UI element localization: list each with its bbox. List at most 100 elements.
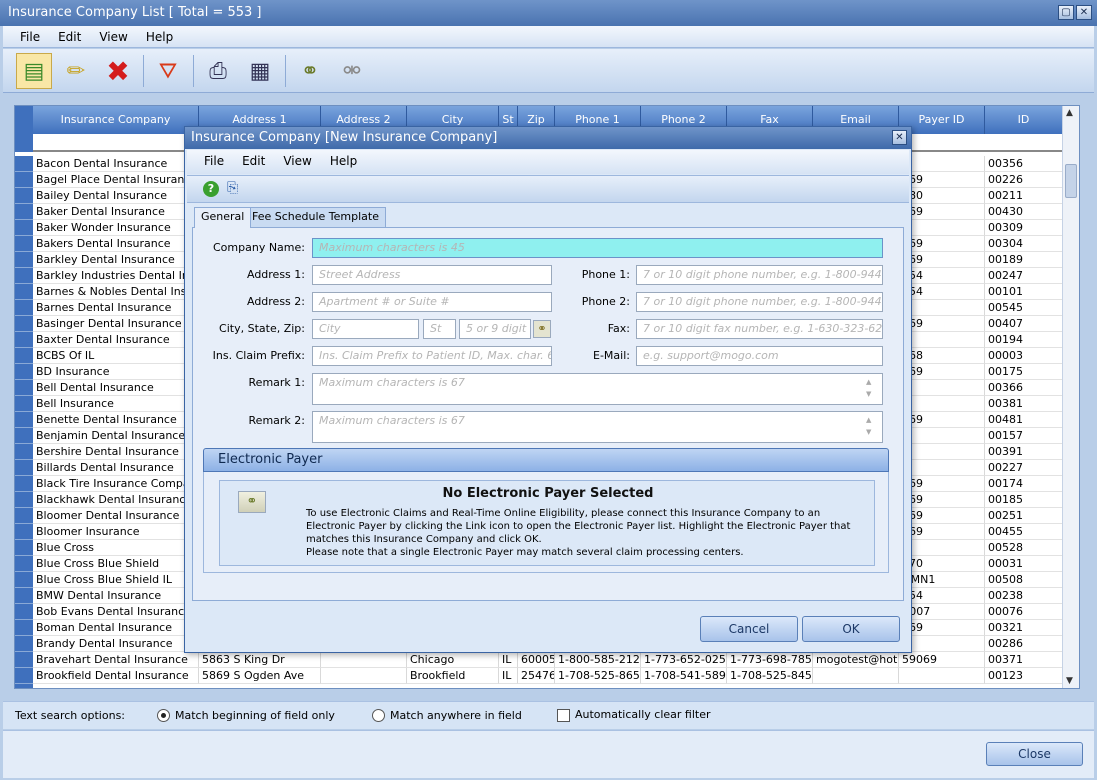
- cell-company[interactable]: Bailey Dental Insurance: [33, 188, 199, 204]
- cell-company[interactable]: Bloomer Insurance: [33, 524, 199, 540]
- remark1-input[interactable]: Maximum characters is 67: [312, 373, 883, 405]
- cell-id[interactable]: 00407: [985, 316, 1063, 332]
- maximize-icon[interactable]: ▢: [1058, 5, 1074, 20]
- email-input[interactable]: e.g. support@mogo.com: [636, 346, 883, 366]
- cell-payer[interactable]: [899, 668, 985, 684]
- row-indicator[interactable]: [15, 204, 33, 220]
- scroll-down-icon[interactable]: ▼: [1066, 676, 1073, 686]
- dialog-menu-view[interactable]: View: [274, 150, 320, 172]
- cell-phone1[interactable]: 1-800-585-2120: [555, 652, 641, 668]
- cell-company[interactable]: Blue Cross Blue Shield IL: [33, 572, 199, 588]
- row-indicator[interactable]: [15, 508, 33, 524]
- cell-id[interactable]: 00321: [985, 620, 1063, 636]
- row-indicator[interactable]: [15, 332, 33, 348]
- phone1-input[interactable]: 7 or 10 digit phone number, e.g. 1-800-9…: [636, 265, 883, 285]
- city-input[interactable]: City: [312, 319, 419, 339]
- cell-company[interactable]: Bershire Dental Insurance: [33, 444, 199, 460]
- cancel-button[interactable]: Cancel: [700, 616, 798, 642]
- cell-company[interactable]: BMW Dental Insurance: [33, 588, 199, 604]
- menu-help[interactable]: Help: [137, 26, 182, 48]
- row-indicator[interactable]: [15, 188, 33, 204]
- cell-company[interactable]: Bravehart Dental Insurance: [33, 652, 199, 668]
- cell-address1[interactable]: 5869 S Ogden Ave: [199, 668, 321, 684]
- radio-match-beginning[interactable]: [157, 709, 170, 722]
- cell-id[interactable]: 00076: [985, 604, 1063, 620]
- cell-email[interactable]: mogotest@hot: [813, 652, 899, 668]
- cell-company[interactable]: Blue Cross Blue Shield: [33, 556, 199, 572]
- cell-id[interactable]: 00508: [985, 572, 1063, 588]
- cell-company[interactable]: BCBS Of IL: [33, 348, 199, 364]
- cell-company[interactable]: Baker Wonder Insurance: [33, 220, 199, 236]
- cell-company[interactable]: Bob Evans Dental Insurance: [33, 604, 199, 620]
- menu-file[interactable]: File: [11, 26, 49, 48]
- cell-zip[interactable]: 25476: [518, 668, 555, 684]
- cell-id[interactable]: 00251: [985, 508, 1063, 524]
- print-preview-icon[interactable]: ▦: [242, 53, 278, 89]
- row-indicator[interactable]: [15, 684, 33, 688]
- cell-id[interactable]: 00528: [985, 540, 1063, 556]
- auto-clear-checkbox[interactable]: [557, 709, 570, 722]
- dialog-menu-edit[interactable]: Edit: [233, 150, 274, 172]
- claim-prefix-input[interactable]: Ins. Claim Prefix to Patient ID, Max. ch…: [312, 346, 552, 366]
- cell-address2[interactable]: [321, 668, 407, 684]
- scroll-thumb[interactable]: [1065, 164, 1077, 198]
- cell-id[interactable]: 00238: [985, 588, 1063, 604]
- cell-phone1[interactable]: 1-708-525-8658: [555, 668, 641, 684]
- dialog-menu-file[interactable]: File: [195, 150, 233, 172]
- row-indicator[interactable]: [15, 492, 33, 508]
- cell-company[interactable]: Boman Dental Insurance: [33, 620, 199, 636]
- scroll-up-icon[interactable]: ▲: [1066, 108, 1073, 118]
- cell-id[interactable]: 00174: [985, 476, 1063, 492]
- ok-button[interactable]: OK: [802, 616, 900, 642]
- address2-input[interactable]: Apartment # or Suite #: [312, 292, 552, 312]
- edit-pencil-icon[interactable]: ✏: [58, 53, 94, 89]
- row-indicator[interactable]: [15, 604, 33, 620]
- cell-company[interactable]: Black Tire Insurance Compan: [33, 476, 199, 492]
- cell-company[interactable]: Barnes & Nobles Dental Insu: [33, 284, 199, 300]
- dialog-menu-help[interactable]: Help: [321, 150, 366, 172]
- unlink-icon[interactable]: ⚮: [334, 53, 370, 89]
- help-icon[interactable]: ?: [203, 181, 219, 197]
- cell-id[interactable]: 00157: [985, 428, 1063, 444]
- cell-address1[interactable]: 5863 S King Dr: [199, 652, 321, 668]
- cell-id[interactable]: 00304: [985, 236, 1063, 252]
- tab-fee-schedule[interactable]: Fee Schedule Template: [245, 207, 386, 227]
- new-icon[interactable]: ▤: [16, 53, 52, 89]
- row-indicator[interactable]: [15, 540, 33, 556]
- row-indicator[interactable]: [15, 620, 33, 636]
- cell-id[interactable]: 00247: [985, 268, 1063, 284]
- menu-view[interactable]: View: [90, 26, 136, 48]
- column-header[interactable]: ID: [985, 106, 1063, 134]
- clear-filter-icon[interactable]: ⛛: [150, 53, 186, 89]
- cell-id[interactable]: 00455: [985, 524, 1063, 540]
- cell-id[interactable]: 00545: [985, 300, 1063, 316]
- cell-id[interactable]: 00226: [985, 172, 1063, 188]
- delete-x-icon[interactable]: ✖: [100, 53, 136, 89]
- row-indicator[interactable]: [15, 476, 33, 492]
- row-indicator[interactable]: [15, 252, 33, 268]
- cell-company[interactable]: Bacon Dental Insurance: [33, 156, 199, 172]
- cell-phone2[interactable]: 1-773-652-0258: [641, 652, 727, 668]
- company-name-input[interactable]: Maximum characters is 45: [312, 238, 883, 258]
- cell-phone2[interactable]: 1-708-541-5894: [641, 668, 727, 684]
- cell-st[interactable]: IL: [499, 652, 518, 668]
- row-indicator[interactable]: [15, 588, 33, 604]
- cell-id[interactable]: 00175: [985, 364, 1063, 380]
- cell-company[interactable]: Baker Dental Insurance: [33, 204, 199, 220]
- cell-id[interactable]: 00003: [985, 348, 1063, 364]
- row-indicator[interactable]: [15, 428, 33, 444]
- row-indicator[interactable]: [15, 156, 33, 172]
- row-indicator[interactable]: [15, 284, 33, 300]
- row-indicator[interactable]: [15, 268, 33, 284]
- radio-match-anywhere-label[interactable]: Match anywhere in field: [390, 709, 522, 722]
- cell-company[interactable]: Barkley Dental Insurance: [33, 252, 199, 268]
- remark2-spinner-icon[interactable]: ▲ ▼: [866, 414, 871, 438]
- close-button[interactable]: Close: [986, 742, 1083, 766]
- row-indicator[interactable]: [15, 572, 33, 588]
- zip-input[interactable]: 5 or 9 digit: [459, 319, 531, 339]
- cell-id[interactable]: 00185: [985, 492, 1063, 508]
- address1-input[interactable]: Street Address: [312, 265, 552, 285]
- cell-company[interactable]: Barkley Industries Dental Ins: [33, 268, 199, 284]
- cell-id[interactable]: 00356: [985, 156, 1063, 172]
- cell-address2[interactable]: [321, 652, 407, 668]
